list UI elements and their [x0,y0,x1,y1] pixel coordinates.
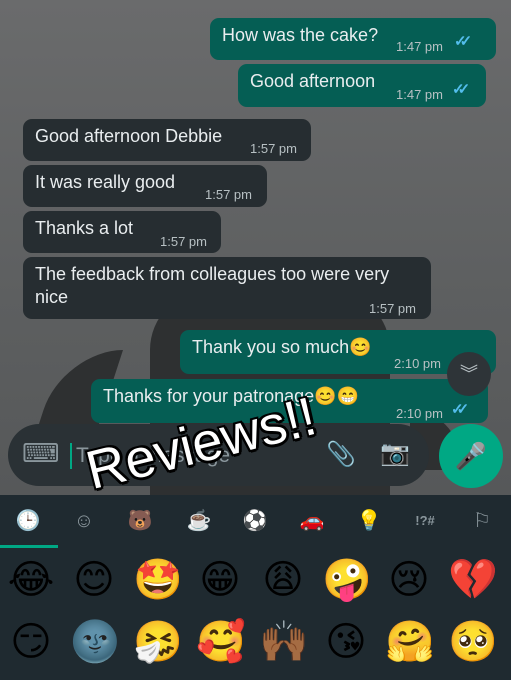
message-text: Good afternoon [250,71,376,91]
message-time: 1:57 pm [250,141,297,156]
emoji-key[interactable]: 🙌🏾 [259,618,309,666]
message-text: Good afternoon Debbie [35,126,223,146]
double-chevron-down-icon: ︾ [460,364,478,384]
emoji-key[interactable]: 🥺 [448,618,498,666]
message-bubble-outgoing[interactable]: How was the cake? 1:47 pm ✓✓ [210,18,496,60]
message-bubble-incoming[interactable]: Good afternoon Debbie 1:57 pm [23,119,311,161]
message-time: 1:47 pm [396,87,443,102]
symbols-icon: !?# [415,513,435,528]
emoji-key[interactable]: 🤧 [133,618,183,666]
emoji-key[interactable]: 🥰 [196,618,246,666]
read-ticks-icon: ✓✓ [451,401,469,418]
smile-emoji: 😊 [349,337,372,357]
tab-animals[interactable]: 🐻 [123,504,157,538]
emoji-key[interactable]: 🤪 [322,556,372,604]
message-bubble-incoming[interactable]: The feedback from colleagues too were ve… [23,257,431,319]
emoji-key[interactable]: 😏 [7,618,55,666]
emoji-key[interactable]: 😘 [322,618,370,666]
message-text: The feedback from colleagues too were ve… [35,264,390,307]
message-text: Thanks a lot [35,218,134,238]
tab-recent[interactable]: 🕒 [11,504,45,538]
tab-objects[interactable]: 💡 [352,504,386,538]
message-text: How was the cake? [222,25,379,45]
tab-flags[interactable]: ⚐ [465,504,499,538]
mic-icon: 🎤 [454,441,488,471]
bear-icon: 🐻 [127,510,153,532]
emoji-key[interactable]: 😩 [259,556,307,604]
message-text: It was really good [35,172,176,192]
ball-icon: ⚽ [242,510,268,532]
camera-icon[interactable]: 📷 [380,439,410,468]
emoji-key[interactable]: 🤗 [385,618,435,666]
keyboard-icon[interactable]: ⌨ [22,438,60,469]
smile-grin-emoji: 😊😁 [314,386,359,406]
tab-travel[interactable]: 🚗 [295,504,329,538]
emoji-key[interactable]: 😂 [7,556,55,604]
message-time: 2:10 pm [394,356,441,371]
clock-icon: 🕒 [15,510,41,532]
smiley-icon: ☺ [73,510,95,532]
bulb-icon: 💡 [356,510,382,532]
message-time: 1:57 pm [160,234,207,249]
tab-smileys[interactable]: ☺ [67,504,101,538]
tab-activity[interactable]: ⚽ [238,504,272,538]
message-bubble-incoming[interactable]: It was really good 1:57 pm [23,165,267,207]
emoji-key[interactable]: 🤩 [133,556,183,604]
message-bubble-outgoing[interactable]: Good afternoon 1:47 pm ✓✓ [238,64,486,107]
selected-tab-indicator [0,545,58,548]
scroll-to-bottom-button[interactable]: ︾ [447,352,491,396]
message-time: 1:57 pm [205,187,252,202]
read-ticks-icon: ✓✓ [454,33,472,50]
message-time: 2:10 pm [396,406,443,421]
emoji-key[interactable]: 💔 [448,556,498,604]
emoji-key[interactable]: 😁 [196,556,244,604]
emoji-key[interactable]: 😊 [70,556,118,604]
cup-icon: ☕ [186,510,212,532]
car-icon: 🚗 [299,510,325,532]
message-bubble-incoming[interactable]: Thanks a lot 1:57 pm [23,211,221,253]
cursor [70,443,72,469]
emoji-key[interactable]: 🌚 [70,618,120,666]
message-time: 1:47 pm [396,39,443,54]
emoji-key[interactable]: 😢 [385,556,433,604]
message-time: 1:57 pm [369,301,416,316]
tab-food[interactable]: ☕ [182,504,216,538]
voice-record-button[interactable]: 🎤 [439,424,503,488]
attach-icon[interactable]: 📎 [326,440,356,469]
read-ticks-icon: ✓✓ [452,81,470,98]
tab-symbols[interactable]: !?# [408,504,442,538]
message-text: Thank you so much [192,337,350,357]
flag-icon: ⚐ [473,510,491,532]
